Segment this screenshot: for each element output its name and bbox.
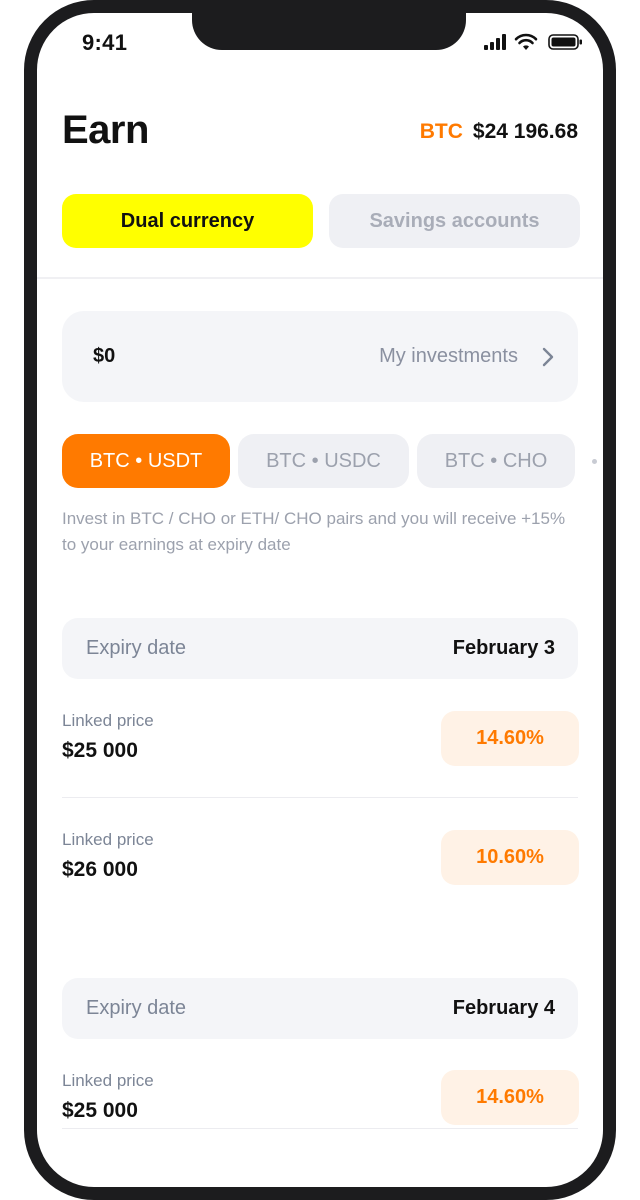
- my-investments-card[interactable]: $0 My investments: [62, 311, 578, 402]
- investment-amount: $0: [93, 345, 116, 367]
- rate-button[interactable]: 10.60%: [441, 830, 579, 885]
- linked-price-value: $25 000: [62, 739, 138, 762]
- promo-text: Invest in BTC / CHO or ETH/ CHO pairs an…: [62, 509, 566, 554]
- expiry-label: Expiry date: [86, 997, 187, 1019]
- rate-button[interactable]: 14.60%: [441, 1070, 579, 1125]
- pair-chip-btc-cho[interactable]: BTC • CHO: [417, 434, 575, 488]
- ticker-symbol: BTC: [419, 120, 463, 143]
- row-divider: [62, 1128, 578, 1129]
- expiry-header: Expiry date February 4: [62, 978, 578, 1039]
- wifi-icon: [514, 33, 538, 50]
- expiry-date: February 4: [452, 997, 555, 1019]
- pair-chip-btc-usdt[interactable]: BTC • USDT: [62, 434, 230, 488]
- ticker-price: $24 196.68: [472, 120, 578, 143]
- linked-price-value: $26 000: [62, 858, 138, 881]
- rate-button[interactable]: 14.60%: [441, 711, 579, 766]
- linked-price-label: Linked price: [62, 711, 154, 730]
- btc-ticker: BTC $24 196.68: [420, 120, 578, 144]
- expiry-header: Expiry date February 3: [62, 618, 578, 679]
- linked-price-value: $25 000: [62, 1099, 138, 1122]
- row-divider: [62, 797, 578, 798]
- chevron-right-icon: [542, 347, 554, 367]
- battery-icon: [548, 34, 582, 50]
- linked-price-label: Linked price: [62, 830, 154, 849]
- tab-dual-currency[interactable]: Dual currency: [62, 194, 313, 248]
- cellular-signal-icon: [484, 34, 506, 50]
- page-title: Earn: [62, 108, 149, 152]
- header-divider: [37, 277, 603, 279]
- linked-price-label: Linked price: [62, 1071, 154, 1090]
- tab-savings-accounts[interactable]: Savings accounts: [329, 194, 580, 248]
- device-notch: [192, 0, 466, 50]
- expiry-label: Expiry date: [86, 637, 187, 659]
- my-investments-link[interactable]: My investments: [379, 345, 518, 368]
- more-pairs-indicator: [592, 459, 597, 464]
- status-time: 9:41: [82, 30, 128, 55]
- pair-chip-btc-usdc[interactable]: BTC • USDC: [238, 434, 409, 488]
- expiry-date: February 3: [452, 637, 555, 659]
